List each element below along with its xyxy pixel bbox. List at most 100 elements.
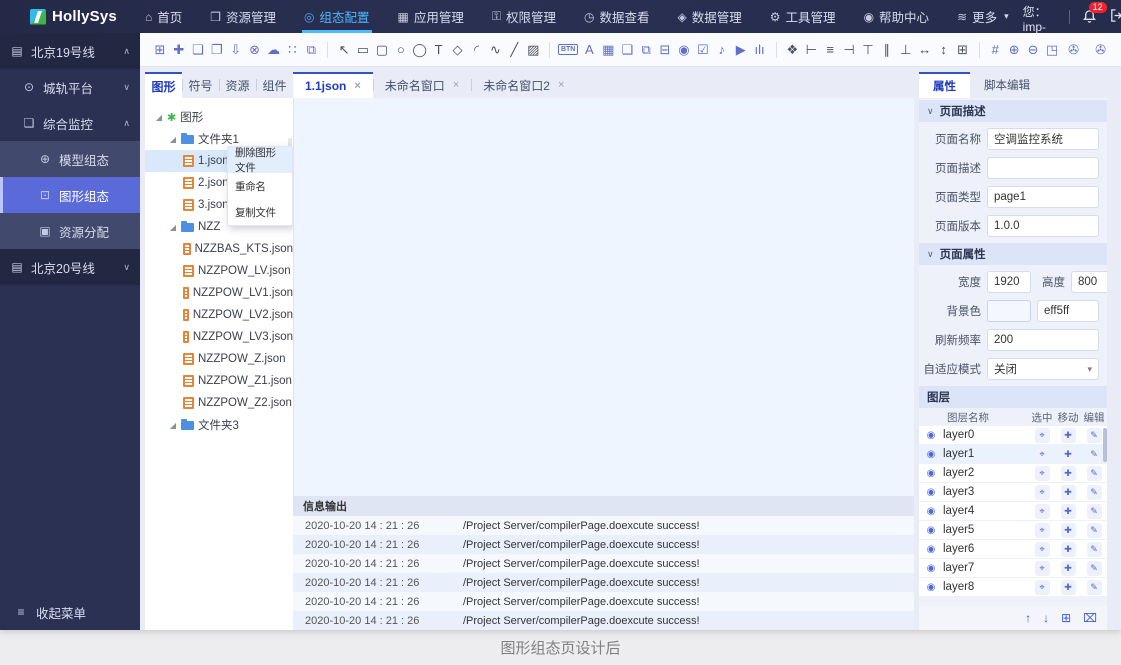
eye-icon[interactable]: ◉ [919,430,943,441]
layers-widget-icon[interactable]: ⊟ [657,39,673,60]
tree-node-root[interactable]: ◢✱图形 [145,106,293,128]
refresh-rate-input[interactable] [987,329,1099,351]
context-menu-delete-file[interactable]: 删除图形文件 [228,147,292,173]
checkbox-widget-icon[interactable]: ☑ [695,39,711,60]
page-version-input[interactable] [987,215,1099,237]
doc-tab-11json[interactable]: 1.1json× [293,72,373,98]
edit-layer-icon[interactable]: ✎ [1087,447,1102,462]
nav-resource-mgmt[interactable]: ❒资源管理 [196,0,290,33]
components-icon[interactable]: ∷ [284,39,300,60]
window-widget-icon[interactable]: ❏ [619,39,635,60]
page-type-input[interactable] [987,186,1099,208]
context-menu-copy-file[interactable]: 复制文件 [228,199,292,225]
distribute-vertical-icon[interactable]: ↕ [936,39,952,60]
move-layer-icon[interactable]: ✚ [1061,561,1076,576]
ellipse-tool-icon[interactable]: ◯ [412,39,428,60]
align-left-icon[interactable]: ⊢ [803,39,819,60]
edit-layer-icon[interactable]: ✎ [1087,580,1102,595]
eye-icon[interactable]: ◉ [919,544,943,555]
align-bottom-icon[interactable]: ⊥ [898,39,914,60]
table-widget-icon[interactable]: ▦ [600,39,616,60]
save-all-icon[interactable]: ✇ [1090,39,1111,60]
eye-icon[interactable]: ◉ [919,468,943,479]
nav-more[interactable]: ≋更多▾ [943,0,1023,33]
polygon-tool-icon[interactable]: ◇ [450,39,466,60]
tree-node-nzzbas-kts[interactable]: NZZBAS_KTS.json [145,238,293,260]
text-tool-icon[interactable]: T [431,39,447,60]
adaptive-mode-select[interactable]: 关闭▾ [987,358,1099,380]
nav-app-mgmt[interactable]: ▦应用管理 [384,0,478,33]
edit-layer-icon[interactable]: ✎ [1087,504,1102,519]
group-icon[interactable]: ❖ [784,39,800,60]
line-tool-icon[interactable]: ╱ [506,39,522,60]
move-layer-icon[interactable]: ✚ [1061,428,1076,443]
sidebar-item-monitor[interactable]: ❏综合监控∧ [0,105,140,141]
distribute-horizontal-icon[interactable]: ↔ [917,39,933,60]
doc-tab-untitled2[interactable]: 未命名窗口2× [471,72,576,98]
zoom-out-icon[interactable]: ⊖ [1025,39,1041,60]
sidebar-item-platform[interactable]: ⊙城轨平台∨ [0,69,140,105]
copy-file-icon[interactable]: ⧉ [303,39,319,60]
tree-node-nzzpow-z1[interactable]: NZZPOW_Z1.json [145,370,293,392]
nav-config[interactable]: ◎组态配置 [290,0,384,33]
edit-layer-icon[interactable]: ✎ [1087,428,1102,443]
eye-icon[interactable]: ◉ [919,525,943,536]
collapse-menu-button[interactable]: ≡收起菜单 [0,594,140,630]
logout-icon[interactable] [1109,8,1121,26]
tree-node-nzzpow-lv2[interactable]: NZZPOW_LV2.json [145,304,293,326]
tab-resources[interactable]: 资源 [219,72,256,98]
layer-delete-icon[interactable]: ⌧ [1083,611,1097,625]
move-layer-icon[interactable]: ✚ [1061,542,1076,557]
new-file-icon[interactable]: ✚ [171,39,187,60]
edit-layer-icon[interactable]: ✎ [1087,561,1102,576]
video-widget-icon[interactable]: ▶ [733,39,749,60]
tree-node-nzzpow-lv1[interactable]: NZZPOW_LV1.json [145,282,293,304]
move-layer-icon[interactable]: ✚ [1061,447,1076,462]
edit-layer-icon[interactable]: ✎ [1087,523,1102,538]
layer-down-icon[interactable]: ↓ [1043,611,1049,625]
select-layer-icon[interactable]: ⌖ [1035,580,1050,595]
cloud-publish-icon[interactable]: ☁ [266,39,282,60]
chart-widget-icon[interactable]: ılı [752,39,768,60]
close-icon[interactable]: × [558,79,564,91]
doc-tab-untitled[interactable]: 未命名窗口× [373,72,471,98]
align-middle-icon[interactable]: ∥ [879,39,895,60]
layer-add-icon[interactable]: ⊞ [1061,611,1071,625]
height-input[interactable] [1071,271,1107,293]
bg-color-swatch[interactable] [987,300,1031,322]
select-layer-icon[interactable]: ⌖ [1035,466,1050,481]
eye-icon[interactable]: ◉ [919,563,943,574]
nav-help-center[interactable]: ◉帮助中心 [850,0,944,33]
import-icon[interactable]: ⇩ [228,39,244,60]
bg-color-input[interactable] [1037,300,1099,322]
edit-layer-icon[interactable]: ✎ [1087,542,1102,557]
tree-node-nzzpow-lv[interactable]: NZZPOW_LV.json [145,260,293,282]
save-as-icon[interactable]: ❐ [209,39,225,60]
tab-graphics[interactable]: 图形 [145,72,182,98]
nav-tool-mgmt[interactable]: ⚙工具管理 [756,0,850,33]
eye-icon[interactable]: ◉ [919,487,943,498]
close-icon[interactable]: × [354,80,360,92]
align-center-icon[interactable]: ≡ [822,39,838,60]
tree-node-nzzpow-lv3[interactable]: NZZPOW_LV3.json [145,326,293,348]
grid-toggle-icon[interactable]: # [987,39,1003,60]
tab-components[interactable]: 组件 [256,72,293,98]
tree-node-nzzpow-z2[interactable]: NZZPOW_Z2.json [145,392,293,414]
curve-tool-icon[interactable]: ∿ [487,39,503,60]
zoom-in-icon[interactable]: ⊕ [1006,39,1022,60]
eye-icon[interactable]: ◉ [919,506,943,517]
tree-node-folder3[interactable]: ◢文件夹3 [145,414,293,436]
tab-symbols[interactable]: 符号 [182,72,219,98]
same-size-icon[interactable]: ⊞ [955,39,971,60]
select-layer-icon[interactable]: ⌖ [1035,523,1050,538]
align-top-icon[interactable]: ⊤ [860,39,876,60]
section-page-properties[interactable]: ∨页面属性 [919,243,1107,265]
layers-scrollbar[interactable] [1103,428,1107,462]
move-layer-icon[interactable]: ✚ [1061,523,1076,538]
select-layer-icon[interactable]: ⌖ [1035,447,1050,462]
tab-attributes[interactable]: 属性 [919,72,970,98]
open-folder-icon[interactable]: ❏ [190,39,206,60]
sidebar-item-resource-assign[interactable]: ▣资源分配 [0,213,140,249]
section-page-description[interactable]: ∨页面描述 [919,100,1107,122]
close-icon[interactable]: × [453,79,459,91]
